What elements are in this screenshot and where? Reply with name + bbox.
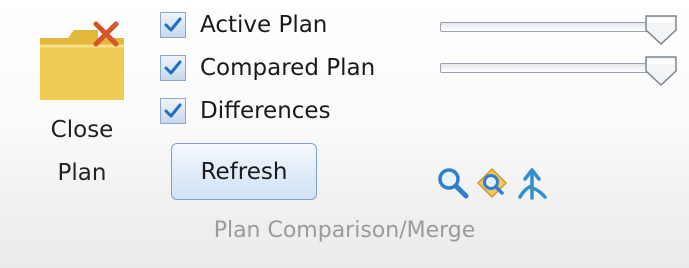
slider-thumb[interactable] [644, 14, 678, 46]
close-plan-label-line1: Close [50, 117, 114, 143]
active-plan-label: Active Plan [200, 12, 328, 38]
compared-plan-label: Compared Plan [200, 55, 376, 81]
merge-arrow-icon[interactable] [515, 166, 549, 200]
check-icon [164, 17, 182, 32]
tag-search-icon[interactable] [475, 166, 509, 200]
active-plan-checkbox[interactable] [160, 12, 186, 38]
close-plan-button[interactable]: Close Plan [26, 16, 138, 196]
close-plan-label-line2: Plan [57, 160, 107, 186]
slider-track [440, 22, 672, 32]
folder-close-icon [40, 21, 124, 100]
magnifier-icon[interactable] [436, 166, 470, 200]
check-icon [164, 103, 182, 118]
check-icon [164, 60, 182, 75]
differences-checkbox-row[interactable]: Differences [160, 94, 331, 128]
slider-track [440, 63, 672, 73]
differences-label: Differences [200, 98, 331, 124]
compared-plan-slider[interactable] [440, 55, 678, 87]
differences-checkbox[interactable] [160, 98, 186, 124]
active-plan-checkbox-row[interactable]: Active Plan [160, 8, 327, 42]
active-plan-slider[interactable] [440, 14, 678, 46]
compared-plan-checkbox-row[interactable]: Compared Plan [160, 51, 375, 85]
compared-plan-checkbox[interactable] [160, 55, 186, 81]
plan-comparison-ribbon-group: Close Plan Active Plan Compared Plan Dif… [0, 0, 689, 268]
slider-thumb[interactable] [644, 55, 678, 87]
group-title: Plan Comparison/Merge [213, 218, 476, 243]
refresh-button[interactable]: Refresh [171, 143, 317, 200]
